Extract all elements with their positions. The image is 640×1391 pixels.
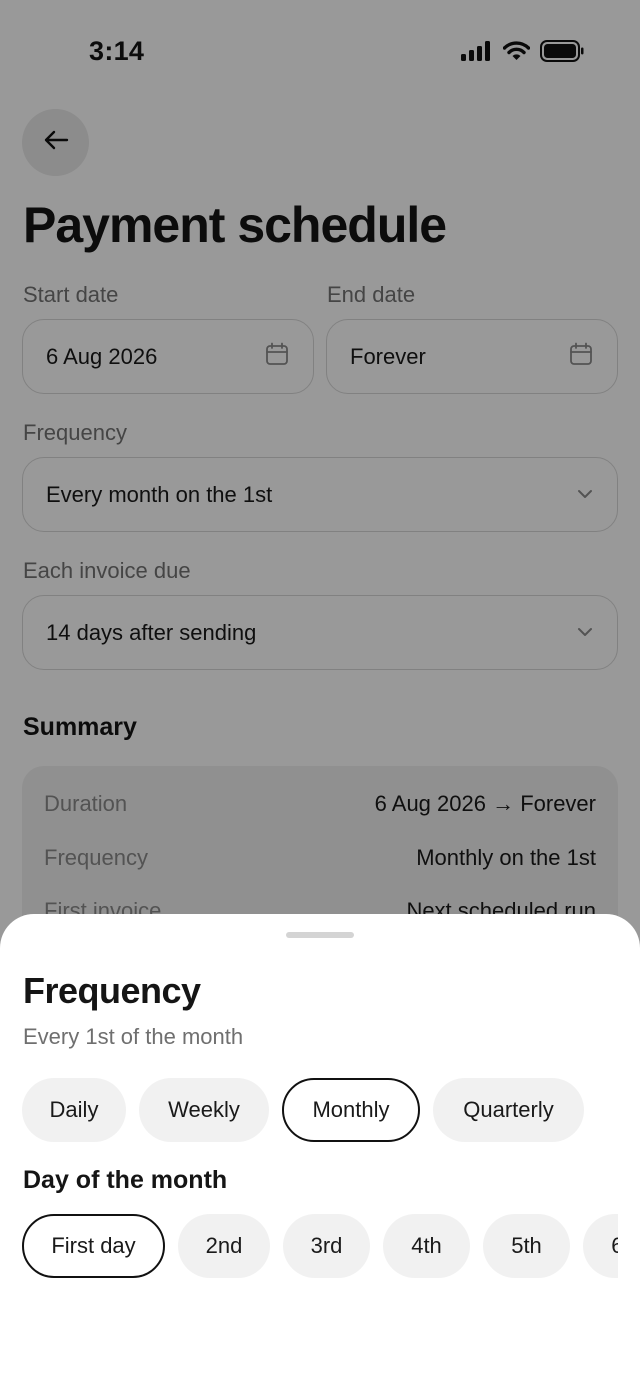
sheet-title: Frequency [23,970,201,1011]
frequency-option-weekly[interactable]: Weekly [139,1078,269,1142]
day-option-first[interactable]: First day [22,1214,165,1278]
frequency-option-quarterly[interactable]: Quarterly [433,1078,584,1142]
frequency-options: Daily Weekly Monthly Quarterly [22,1078,584,1142]
day-options: First day 2nd 3rd 4th 5th 6th [22,1214,618,1278]
day-options-scroller[interactable]: First day 2nd 3rd 4th 5th 6th [22,1214,618,1280]
frequency-option-daily[interactable]: Daily [22,1078,126,1142]
day-option-3rd[interactable]: 3rd [283,1214,370,1278]
day-option-2nd[interactable]: 2nd [178,1214,270,1278]
frequency-option-monthly[interactable]: Monthly [282,1078,420,1142]
payment-schedule-screen: 3:14 Payment schedule Start date End dat… [0,0,640,1391]
sheet-drag-handle[interactable] [286,932,354,938]
day-of-month-title: Day of the month [23,1166,228,1194]
day-option-5th[interactable]: 5th [483,1214,570,1278]
day-option-4th[interactable]: 4th [383,1214,470,1278]
sheet-subtitle: Every 1st of the month [23,1024,244,1049]
frequency-bottom-sheet: Frequency Every 1st of the month Daily W… [0,914,640,1391]
day-option-6th[interactable]: 6th [583,1214,618,1278]
